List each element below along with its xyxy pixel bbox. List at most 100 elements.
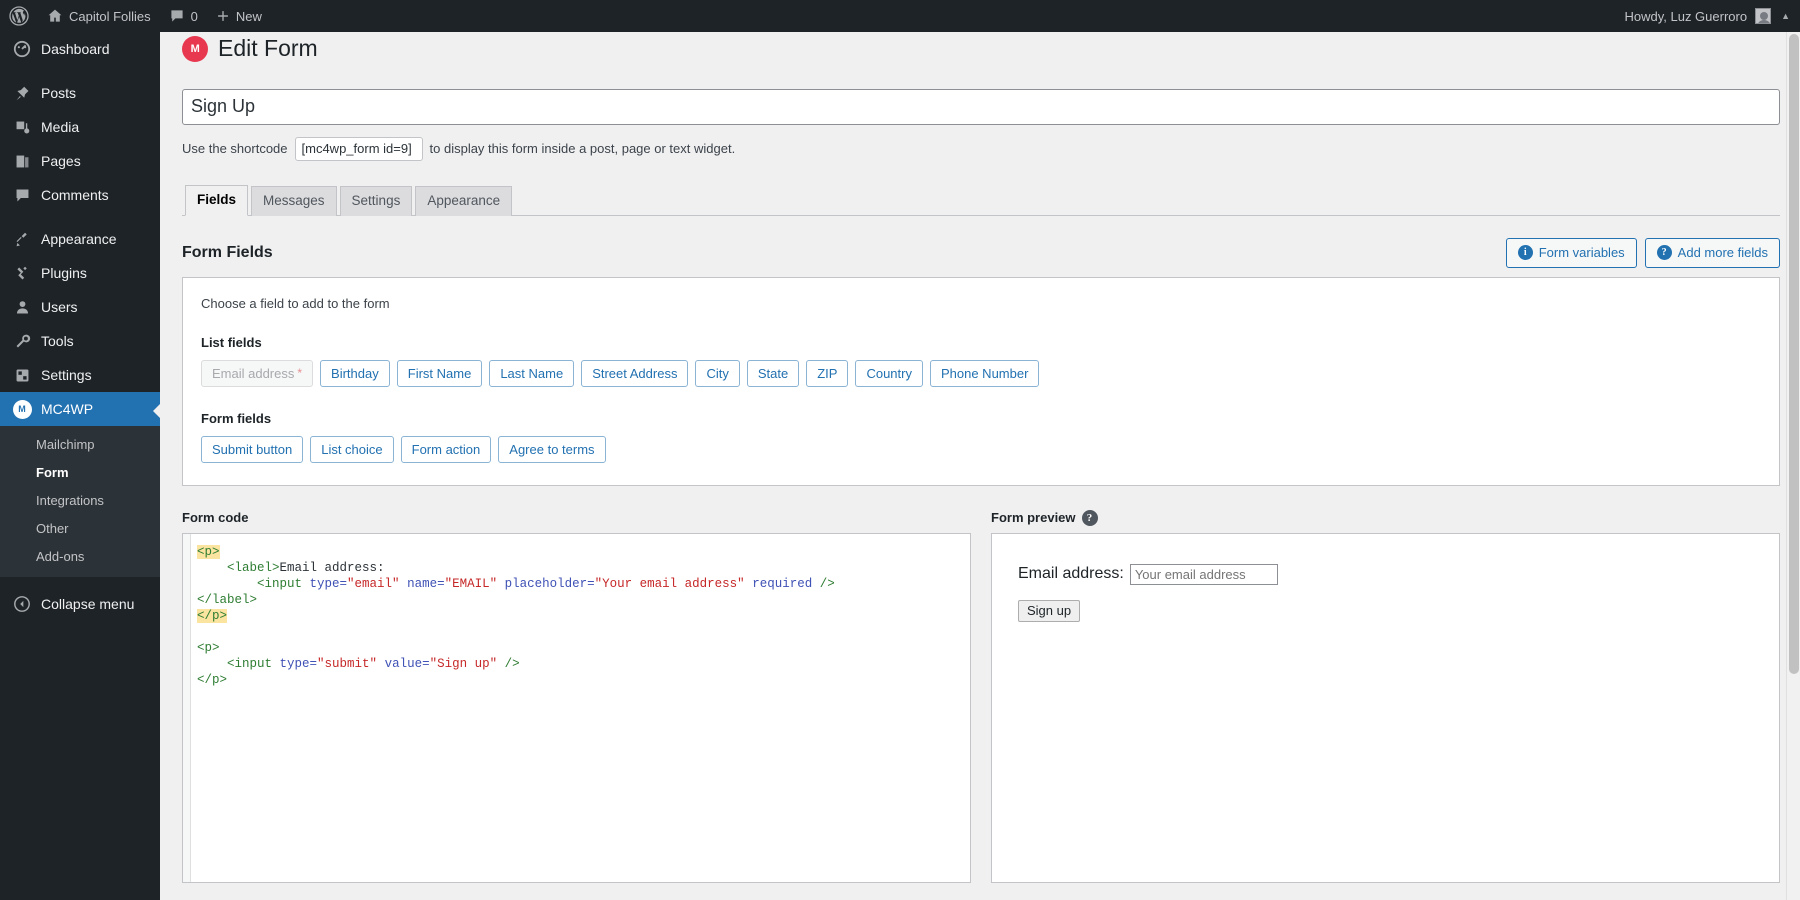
code-line: <label>Email address: xyxy=(197,560,970,576)
scroll-up-caret: ▲ xyxy=(1781,11,1790,21)
tab-settings[interactable]: Settings xyxy=(340,186,413,216)
sidebar-item-users[interactable]: Users xyxy=(0,290,160,324)
code-token: "email" xyxy=(347,577,400,591)
code-preview-columns: Form code <p> <label>Email address: <inp… xyxy=(182,510,1780,883)
field-chip-agree-to-terms[interactable]: Agree to terms xyxy=(498,436,605,463)
account-area[interactable]: Howdy, Luz Guerroro ▲ xyxy=(1624,8,1800,24)
sidebar-subitem-mailchimp[interactable]: Mailchimp xyxy=(0,431,160,459)
code-token xyxy=(197,577,257,591)
preview-signup-button[interactable]: Sign up xyxy=(1018,600,1080,622)
sidebar-item-appearance[interactable]: Appearance xyxy=(0,222,160,256)
field-chip-first-name[interactable]: First Name xyxy=(397,360,483,387)
dashboard-icon xyxy=(12,39,32,59)
code-token: <input xyxy=(257,577,310,591)
chip-label: Email address xyxy=(212,366,294,381)
code-line: <p> xyxy=(197,544,970,560)
field-chip-list-choice[interactable]: List choice xyxy=(310,436,393,463)
code-token: placeholder= xyxy=(505,577,595,591)
code-token xyxy=(400,577,408,591)
preview-email-label: Email address: xyxy=(1018,565,1124,583)
sidebar-subitem-other[interactable]: Other xyxy=(0,515,160,543)
admin-sidebar-menu: Dashboard Posts Media Pages Comments App… xyxy=(0,32,160,900)
collapse-menu-button[interactable]: Collapse menu xyxy=(0,587,160,621)
code-token: </label> xyxy=(197,593,257,607)
sidebar-item-pages[interactable]: Pages xyxy=(0,144,160,178)
page-scrollbar[interactable] xyxy=(1786,32,1800,900)
field-chip-state[interactable]: State xyxy=(747,360,799,387)
howdy-label: Howdy, Luz Guerroro xyxy=(1624,9,1747,24)
code-token: </p> xyxy=(197,609,227,623)
form-fields-group-heading: Form fields xyxy=(201,411,1761,426)
sidebar-item-label: Dashboard xyxy=(41,41,110,57)
form-preview-column: Form preview ? Email address: Sign up xyxy=(991,510,1780,883)
field-chooser-lead: Choose a field to add to the form xyxy=(201,296,1761,311)
sidebar-item-label: Tools xyxy=(41,333,74,349)
wordpress-logo-menu[interactable] xyxy=(0,0,38,32)
field-chip-city[interactable]: City xyxy=(695,360,739,387)
add-more-fields-button[interactable]: ? Add more fields xyxy=(1645,238,1780,268)
code-token: <p> xyxy=(197,641,220,655)
sidebar-item-comments[interactable]: Comments xyxy=(0,178,160,212)
field-chip-street-address[interactable]: Street Address xyxy=(581,360,688,387)
form-code-editor[interactable]: <p> <label>Email address: <input type="e… xyxy=(182,533,971,883)
code-token xyxy=(497,577,505,591)
sidebar-item-mc4wp[interactable]: M MC4WP xyxy=(0,392,160,426)
scrollbar-thumb[interactable] xyxy=(1789,34,1799,674)
code-token: "Your email address" xyxy=(595,577,745,591)
code-token: "submit" xyxy=(317,657,377,671)
code-lines: <p> <label>Email address: <input type="e… xyxy=(183,544,970,688)
pages-icon xyxy=(12,151,32,171)
form-variables-button[interactable]: i Form variables xyxy=(1506,238,1637,268)
sidebar-item-label: MC4WP xyxy=(41,401,93,417)
shortcode-input[interactable] xyxy=(295,137,423,161)
form-fields-actions: i Form variables ? Add more fields xyxy=(1506,238,1780,268)
code-token: "Sign up" xyxy=(430,657,498,671)
field-chip-birthday[interactable]: Birthday xyxy=(320,360,390,387)
plus-icon xyxy=(216,9,230,23)
code-token: "EMAIL" xyxy=(445,577,498,591)
plugins-icon xyxy=(12,263,32,283)
tab-fields[interactable]: Fields xyxy=(185,185,248,216)
sidebar-subitem-form[interactable]: Form xyxy=(0,459,160,487)
field-chip-last-name[interactable]: Last Name xyxy=(489,360,574,387)
sidebar-item-tools[interactable]: Tools xyxy=(0,324,160,358)
menu-separator xyxy=(0,66,160,76)
comments-icon xyxy=(12,185,32,205)
sidebar-item-dashboard[interactable]: Dashboard xyxy=(0,32,160,66)
field-chip-zip[interactable]: ZIP xyxy=(806,360,848,387)
field-chip-country[interactable]: Country xyxy=(855,360,923,387)
help-icon[interactable]: ? xyxy=(1082,510,1098,526)
sidebar-subitem-integrations[interactable]: Integrations xyxy=(0,487,160,515)
pin-icon xyxy=(12,83,32,103)
tab-messages[interactable]: Messages xyxy=(251,186,337,216)
mc4wp-logo-icon: M xyxy=(182,36,208,62)
sidebar-item-posts[interactable]: Posts xyxy=(0,76,160,110)
tab-appearance[interactable]: Appearance xyxy=(415,186,512,216)
code-token: <label> xyxy=(227,561,280,575)
sidebar-item-plugins[interactable]: Plugins xyxy=(0,256,160,290)
field-chip-form-action[interactable]: Form action xyxy=(401,436,492,463)
shortcode-prefix-label: Use the shortcode xyxy=(182,141,288,156)
admin-bar: Capitol Follies 0 New Howdy, Luz Guerror… xyxy=(0,0,1800,32)
field-chip-phone-number[interactable]: Phone Number xyxy=(930,360,1039,387)
site-name-menu[interactable]: Capitol Follies xyxy=(38,0,160,32)
form-code-header: Form code xyxy=(182,510,971,526)
preview-email-row: Email address: xyxy=(1018,564,1753,585)
form-title-input[interactable] xyxy=(182,89,1780,125)
page-title: M Edit Form xyxy=(182,32,1780,64)
preview-email-input[interactable] xyxy=(1130,564,1278,585)
field-chip-submit-button[interactable]: Submit button xyxy=(201,436,303,463)
sidebar-item-media[interactable]: Media xyxy=(0,110,160,144)
mc4wp-icon: M xyxy=(12,399,32,419)
sidebar-subitem-addons[interactable]: Add-ons xyxy=(0,543,160,571)
new-content-menu[interactable]: New xyxy=(207,0,271,32)
sidebar-item-label: Pages xyxy=(41,153,81,169)
code-line: <input type="submit" value="Sign up" /> xyxy=(197,656,970,672)
sidebar-item-settings[interactable]: Settings xyxy=(0,358,160,392)
code-token xyxy=(197,561,227,575)
comments-bubble[interactable]: 0 xyxy=(160,0,207,32)
code-line xyxy=(197,624,970,640)
code-token: value= xyxy=(385,657,430,671)
sidebar-item-label: Plugins xyxy=(41,265,87,281)
shortcode-suffix-label: to display this form inside a post, page… xyxy=(430,141,736,156)
